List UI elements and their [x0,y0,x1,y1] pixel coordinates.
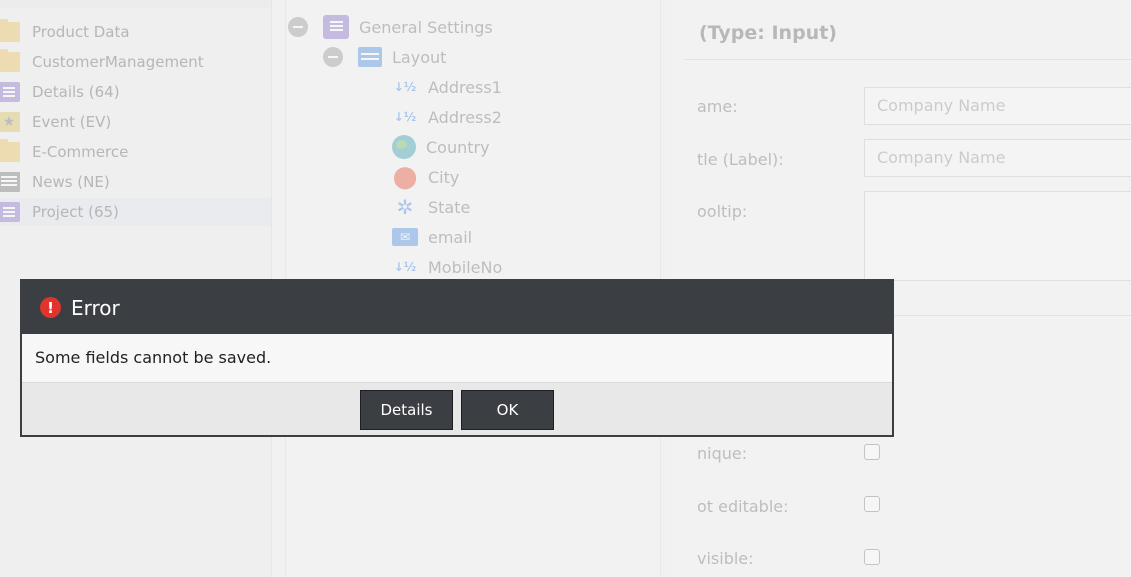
class-item-label: Product Data [32,23,130,41]
title-input[interactable]: Company Name [864,139,1131,177]
dialog-message: Some fields cannot be saved. [35,348,272,367]
class-item-label: Details (64) [32,83,120,101]
name-input[interactable]: Company Name [864,87,1131,125]
tree-node-label: City [428,167,460,187]
error-dialog: ! Error Some fields cannot be saved. Det… [20,279,894,437]
tree-node-label: MobileNo [428,257,503,277]
unique-label: nique: [697,444,748,463]
tree-node-label: email [428,227,473,247]
divider [685,59,1131,60]
class-item-label: CustomerManagement [32,53,204,71]
country-icon [392,135,416,159]
ok-button[interactable]: OK [461,390,554,430]
tree-node-country[interactable]: Country [392,134,490,160]
tree-node-label: Address2 [428,107,502,127]
tooltip-textarea[interactable] [864,191,1131,281]
class-item-e-commerce[interactable]: E-Commerce [0,138,271,166]
class-item-product-data[interactable]: Product Data [0,18,271,46]
news-icon [0,172,20,192]
tooltip-label: ooltip: [697,202,748,221]
name-label: ame: [697,97,738,116]
tree-node-label: Address1 [428,77,502,97]
class-item-news[interactable]: News (NE) [0,168,271,196]
tree-node-address2[interactable]: ↓½ Address2 [392,104,502,130]
state-icon: ✲ [396,195,414,219]
location-pin-icon: ⬤ [392,164,418,190]
number-icon: ↓½ [393,109,417,124]
class-icon [0,202,20,222]
number-icon: ↓½ [393,79,417,94]
class-item-event[interactable]: ★ Event (EV) [0,108,271,136]
title-label: tle (Label): [697,150,784,169]
tree-node-city[interactable]: ⬤ City [392,164,460,190]
folder-icon [0,19,20,42]
class-item-customer-management[interactable]: CustomerManagement [0,48,271,76]
invisible-label: visible: [697,549,754,568]
folder-icon [0,49,20,72]
number-icon: ↓½ [393,259,417,274]
dialog-footer: Details OK [22,382,892,435]
tree-node-address1[interactable]: ↓½ Address1 [392,74,502,100]
email-icon: ✉ [392,228,418,246]
dialog-header: ! Error [22,281,892,334]
tree-node-layout[interactable]: Layout [323,44,446,70]
invisible-checkbox[interactable] [864,549,880,565]
tree-node-label: Layout [392,47,447,67]
not-editable-label: ot editable: [697,497,789,516]
not-editable-checkbox[interactable] [864,496,880,512]
collapse-icon[interactable] [323,47,343,67]
layout-icon [358,47,382,67]
tree-node-state[interactable]: ✲ State [392,194,471,220]
tree-node-label: Country [426,137,490,157]
class-item-label: Event (EV) [32,113,112,131]
collapse-icon[interactable] [288,17,308,37]
class-item-project[interactable]: Project (65) [0,198,271,226]
class-item-label: E-Commerce [32,143,129,161]
error-icon: ! [40,297,61,318]
general-settings-icon [323,15,349,39]
unique-checkbox[interactable] [864,444,880,460]
tree-node-label: General Settings [359,17,493,37]
star-icon: ★ [0,112,20,132]
tree-node-email[interactable]: ✉ email [392,224,472,250]
editor-heading: (Type: Input) [699,22,837,44]
tree-node-label: State [428,197,471,217]
tree-node-mobileno[interactable]: ↓½ MobileNo [392,254,503,280]
dialog-title: Error [71,295,120,320]
folder-icon [0,139,20,162]
class-item-details[interactable]: Details (64) [0,78,271,106]
details-button[interactable]: Details [360,390,453,430]
class-item-label: News (NE) [32,173,110,191]
tree-node-general-settings[interactable]: General Settings [288,14,493,40]
class-item-label: Project (65) [32,203,119,221]
class-icon [0,82,20,102]
